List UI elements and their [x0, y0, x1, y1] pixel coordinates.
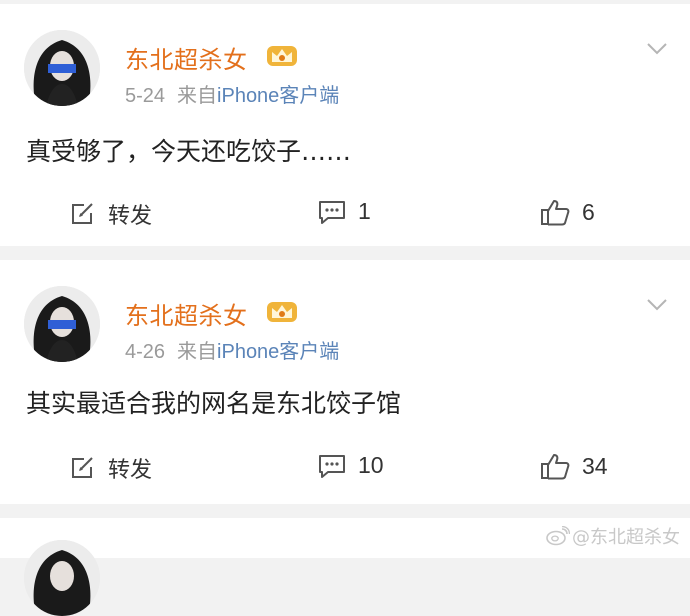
comment-icon — [319, 200, 345, 224]
like-button[interactable]: 34 — [540, 452, 608, 480]
author-name[interactable]: 东北超杀女 — [125, 40, 248, 75]
weibo-logo-icon — [546, 526, 570, 546]
crown-icon — [267, 46, 297, 66]
avatar[interactable] — [24, 540, 100, 616]
comment-count: 1 — [358, 198, 371, 224]
post-date: 5-24 — [125, 85, 166, 107]
source-prefix: 来自 — [177, 85, 218, 107]
avatar[interactable] — [24, 30, 100, 106]
chevron-down-icon[interactable] — [646, 42, 668, 56]
repost-button[interactable]: 转发 — [70, 198, 152, 230]
like-count: 6 — [582, 198, 595, 225]
source-prefix: 来自 — [177, 341, 218, 363]
repost-icon — [72, 457, 93, 478]
watermark-text: @东北超杀女 — [572, 527, 680, 548]
comment-icon — [319, 454, 345, 478]
repost-label: 转发 — [108, 458, 153, 483]
thumbs-up-icon — [541, 200, 570, 226]
thumbs-up-icon — [541, 454, 570, 480]
post-date: 4-26 — [125, 341, 166, 363]
like-button[interactable]: 6 — [540, 198, 595, 226]
crown-icon — [267, 302, 297, 322]
comment-count: 10 — [358, 452, 384, 478]
avatar[interactable] — [24, 286, 100, 362]
post-content: 真受够了，今天还吃饺子…… — [26, 137, 352, 166]
post-content: 其实最适合我的网名是东北饺子馆 — [26, 389, 402, 418]
source-link[interactable]: iPhone客户端 — [217, 85, 339, 107]
watermark: @东北超杀女 — [546, 523, 680, 549]
like-count: 34 — [582, 452, 608, 479]
post-meta: 4-26 来自iPhone客户端 — [125, 335, 339, 364]
comment-button[interactable]: 1 — [318, 198, 371, 225]
comment-button[interactable]: 10 — [318, 452, 384, 479]
post-meta: 5-24 来自iPhone客户端 — [125, 79, 339, 108]
weibo-post: 东北超杀女 4-26 来自iPhone客户端 其实最适合我的网名是东北饺子馆 转发… — [0, 260, 690, 504]
repost-label: 转发 — [108, 204, 153, 229]
repost-icon — [72, 203, 93, 224]
weibo-post: 东北超杀女 5-24 来自iPhone客户端 真受够了，今天还吃饺子…… 转发 1 — [0, 4, 690, 246]
repost-button[interactable]: 转发 — [70, 452, 152, 484]
source-link[interactable]: iPhone客户端 — [217, 341, 339, 363]
chevron-down-icon[interactable] — [646, 298, 668, 312]
author-name[interactable]: 东北超杀女 — [125, 296, 248, 331]
